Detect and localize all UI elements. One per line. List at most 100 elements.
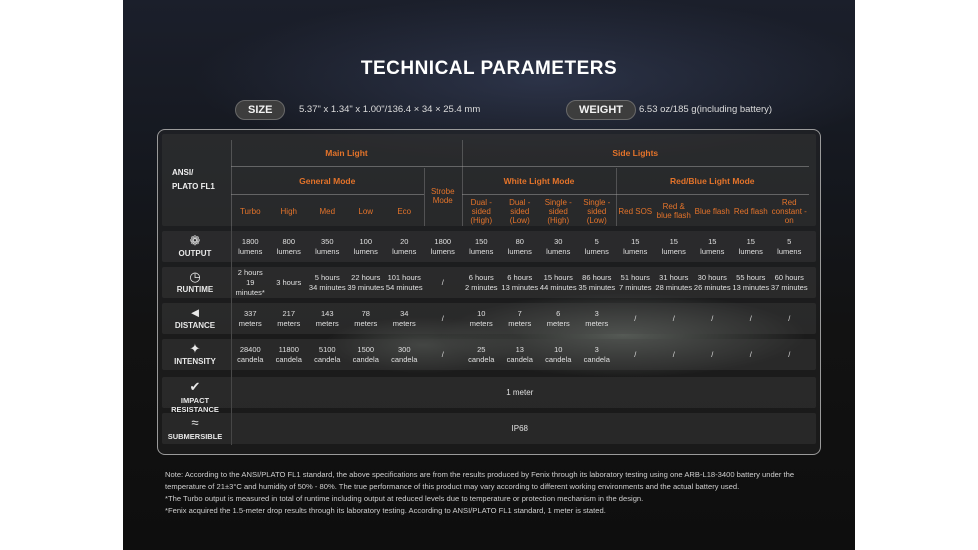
table-cell: 15 lumens (616, 231, 655, 262)
cell-value: 3 (594, 344, 599, 354)
cell-value: 300 (397, 344, 411, 354)
table-cell: / (732, 303, 771, 334)
table-cell: 28400 candela (231, 339, 270, 370)
general-mode-header: General Mode (299, 176, 356, 186)
cell-value: 3 (594, 308, 599, 318)
column-divider (423, 168, 425, 226)
table-cell: 80 lumens (501, 231, 540, 262)
mode-name: High (280, 206, 297, 216)
cell-value: 22 hours (351, 272, 381, 282)
cell-value: 337 (243, 308, 257, 318)
table-cell: / (424, 267, 463, 298)
cell-value: 20 (400, 236, 409, 246)
table-cell: / (424, 339, 463, 370)
table-cell: / (770, 303, 809, 334)
row-label: IMPACT RESISTANCE (171, 396, 219, 414)
footnotes: Note: According to the ANSI/PLATO FL1 st… (165, 469, 825, 517)
cell-value: 7 (517, 308, 522, 318)
cell-unit: 44 minutes (539, 282, 577, 292)
cell-value: 34 (400, 308, 409, 318)
cell-value: / (441, 313, 444, 323)
column-divider (462, 140, 463, 226)
mode-name: Low (358, 206, 374, 216)
row-label: SUBMERSIBLE (167, 432, 223, 441)
cell-value: 86 hours (582, 272, 612, 282)
size-badge: SIZE (235, 100, 286, 120)
mode-name: Red SOS (618, 206, 653, 216)
mode-name: Dual -sided (Low) (509, 197, 531, 225)
page-title: TECHNICAL PARAMETERS (360, 58, 618, 79)
cell-value: 2 hours (237, 267, 263, 277)
mode-name: Red constant -on (771, 197, 807, 225)
cell-unit: lumens (430, 246, 455, 256)
size-value: 5.37" x 1.34" x 1.00"/136.4 × 34 × 25.4 … (299, 104, 481, 115)
cell-unit: candela (352, 354, 379, 364)
table-cell: 1500 candela (347, 339, 386, 370)
cell-unit: meters (392, 318, 416, 328)
cell-value: 5100 (318, 344, 336, 354)
cell-unit: meters (469, 318, 493, 328)
cell-value: / (634, 349, 637, 359)
divider (462, 194, 809, 195)
weight-badge: WEIGHT (566, 100, 636, 120)
main-light-header: Main Light (325, 148, 368, 158)
cell-value: 51 hours (620, 272, 650, 282)
cell-value: 25 (477, 344, 486, 354)
cell-unit: lumens (777, 246, 802, 256)
cell-value: / (788, 349, 791, 359)
cell-value: 80 (515, 236, 524, 246)
cell-unit: lumens (507, 246, 532, 256)
cell-value: / (749, 313, 752, 323)
table-cell: 55 hours 13 minutes (732, 267, 771, 298)
cell-value: / (672, 349, 675, 359)
table-cell: / (732, 339, 771, 370)
table-cell: / (616, 339, 655, 370)
cell-value: 55 hours (736, 272, 766, 282)
cell-unit: 19 minutes* (235, 277, 265, 297)
table-cell: / (655, 303, 694, 334)
cell-unit: 34 minutes (308, 282, 346, 292)
table-cell: 30 lumens (539, 231, 578, 262)
cell-value: 101 hours (387, 272, 421, 282)
cell-unit: meters (585, 318, 609, 328)
cell-unit: 26 minutes (693, 282, 731, 292)
cell-value: 10 (554, 344, 563, 354)
cell-unit: 37 minutes (770, 282, 808, 292)
table-cell: 5100 candela (308, 339, 347, 370)
cell-unit: candela (506, 354, 533, 364)
spec-table: ANSI/PLATO FL1 Main Light Side Lights Gener… (157, 129, 821, 455)
cell-value: 78 (361, 308, 370, 318)
cell-value: 15 (669, 236, 678, 246)
divider (231, 194, 424, 195)
mode-name: Eco (397, 206, 412, 216)
cell-unit: lumens (238, 246, 263, 256)
cell-unit: meters (354, 318, 378, 328)
cell-value: 5 (787, 236, 792, 246)
table-cell: 7 meters (501, 303, 540, 334)
table-cell: 10 meters (462, 303, 501, 334)
cell-unit: lumens (392, 246, 417, 256)
cell-value: 5 hours (314, 272, 340, 282)
standard-label: ANSI/PLATO FL1 (162, 160, 228, 200)
table-cell: 143 meters (308, 303, 347, 334)
table-cell: 101 hours 54 minutes (385, 267, 424, 298)
weight-value: 6.53 oz/185 g(including battery) (639, 104, 773, 115)
cell-unit: meters (277, 318, 301, 328)
cell-value: / (711, 349, 714, 359)
cell-unit: lumens (738, 246, 763, 256)
table-cell: 6 meters (539, 303, 578, 334)
divider (231, 166, 809, 167)
cell-unit: meters (508, 318, 532, 328)
water-icon: ≈ (191, 415, 199, 430)
table-cell: / (424, 303, 463, 334)
table-cell: 217 meters (270, 303, 309, 334)
mode-name: Dual -sided (High) (470, 197, 493, 225)
cell-unit: lumens (700, 246, 725, 256)
cell-value: 15 (708, 236, 717, 246)
cell-unit: 35 minutes (578, 282, 616, 292)
cell-value: / (711, 313, 714, 323)
cell-unit: candela (275, 354, 302, 364)
cell-value: 1500 (357, 344, 375, 354)
mode-name: Turbo (239, 206, 261, 216)
mode-name: Red flash (733, 206, 768, 216)
